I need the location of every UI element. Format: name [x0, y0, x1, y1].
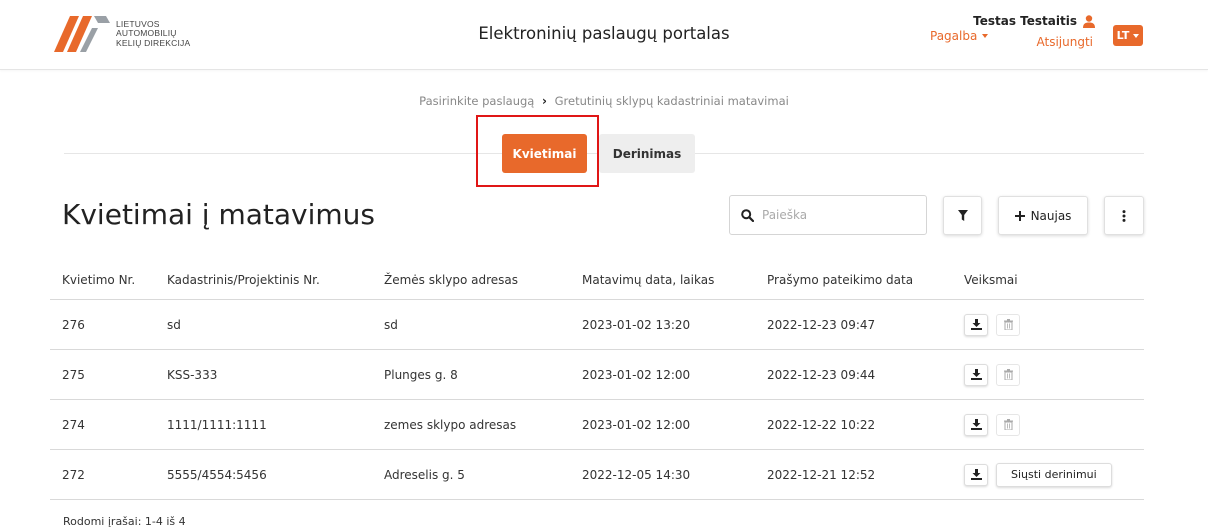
table-row: 274 1111/1111:1111 zemes sklypo adresas … [50, 400, 1144, 450]
table-header: Kvietimo Nr. Kadastrinis/Projektinis Nr.… [50, 260, 1144, 300]
new-button[interactable]: Naujas [998, 196, 1088, 235]
more-options-button[interactable] [1104, 196, 1144, 235]
cell-cadastral: sd [167, 317, 181, 332]
cell-address: Plunges g. 8 [384, 367, 458, 382]
cell-cadastral: 5555/4554:5456 [167, 467, 267, 482]
cell-actions [964, 313, 1144, 336]
cell-request-date: 2022-12-22 10:22 [767, 417, 876, 432]
top-header: LIETUVOS AUTOMOBILIŲ KELIŲ DIREKCIJA Ele… [0, 0, 1208, 70]
language-label: LT [1116, 29, 1130, 42]
download-icon [970, 319, 982, 330]
cell-nr: 275 [62, 367, 85, 382]
filter-icon [957, 210, 968, 221]
download-icon [970, 419, 982, 430]
col-header-cadastral: Kadastrinis/Projektinis Nr. [167, 272, 320, 287]
tab-kvietimai[interactable]: Kvietimai [502, 134, 587, 173]
tab-derinimas[interactable]: Derinimas [599, 134, 695, 173]
table-row: 272 5555/4554:5456 Adreselis g. 5 2022-1… [50, 450, 1144, 500]
filter-button[interactable] [943, 196, 982, 235]
col-header-actions: Veiksmai [964, 272, 1018, 287]
more-vertical-icon [1122, 209, 1126, 222]
chevron-right-icon: › [542, 94, 547, 108]
download-button[interactable] [964, 313, 988, 336]
chevron-down-icon [1133, 33, 1140, 38]
cell-request-date: 2022-12-23 09:44 [767, 367, 876, 382]
plus-icon [1014, 210, 1025, 221]
help-label: Pagalba [930, 29, 978, 43]
user-block: Testas Testaitis Atsijungti [973, 14, 1095, 49]
table-row: 276 sd sd 2023-01-02 13:20 2022-12-23 09… [50, 300, 1144, 350]
cell-nr: 272 [62, 467, 85, 482]
download-button[interactable] [964, 363, 988, 386]
cell-cadastral: KSS-333 [167, 367, 218, 382]
cell-actions [964, 413, 1144, 436]
cell-address: Adreselis g. 5 [384, 467, 465, 482]
trash-icon [1003, 319, 1013, 330]
tab-bar: Kvietimai Derinimas [502, 134, 695, 173]
user-icon [1083, 14, 1095, 28]
download-button[interactable] [964, 413, 988, 436]
invitations-table: Kvietimo Nr. Kadastrinis/Projektinis Nr.… [50, 260, 1144, 500]
delete-button[interactable] [996, 313, 1020, 336]
cell-nr: 274 [62, 417, 85, 432]
search-box[interactable] [729, 195, 927, 235]
cell-address: sd [384, 317, 398, 332]
send-for-approval-button[interactable]: Siųsti derinimui [996, 462, 1112, 487]
cell-measure-date: 2022-12-05 14:30 [582, 467, 691, 482]
download-button[interactable] [964, 463, 988, 486]
delete-button[interactable] [996, 413, 1020, 436]
logout-link[interactable]: Atsijungti [973, 35, 1094, 49]
breadcrumb-current: Gretutinių sklypų kadastriniai matavimai [554, 94, 789, 108]
cell-request-date: 2022-12-23 09:47 [767, 317, 876, 332]
user-name-row: Testas Testaitis [973, 14, 1095, 28]
page-title: Kvietimai į matavimus [62, 198, 376, 231]
records-count: Rodomi įrašai: 1-4 iš 4 [63, 515, 186, 528]
trash-icon [1003, 369, 1013, 380]
download-icon [970, 469, 982, 480]
cell-measure-date: 2023-01-02 12:00 [582, 367, 691, 382]
table-row: 275 KSS-333 Plunges g. 8 2023-01-02 12:0… [50, 350, 1144, 400]
user-name: Testas Testaitis [973, 14, 1077, 28]
cell-address: zemes sklypo adresas [384, 417, 517, 432]
col-header-request-date: Prašymo pateikimo data [767, 272, 914, 287]
language-selector[interactable]: LT [1113, 25, 1143, 46]
cell-measure-date: 2023-01-02 12:00 [582, 417, 691, 432]
search-input[interactable] [762, 208, 912, 222]
breadcrumb-parent[interactable]: Pasirinkite paslaugą [419, 94, 534, 108]
cell-actions: Siųsti derinimui [964, 462, 1144, 487]
download-icon [970, 369, 982, 380]
cell-request-date: 2022-12-21 12:52 [767, 467, 876, 482]
col-header-address: Žemės sklypo adresas [384, 272, 519, 287]
cell-measure-date: 2023-01-02 13:20 [582, 317, 691, 332]
search-icon [741, 208, 754, 222]
cell-nr: 276 [62, 317, 85, 332]
breadcrumb: Pasirinkite paslaugą › Gretutinių sklypų… [0, 94, 1208, 108]
trash-icon [1003, 419, 1013, 430]
cell-actions [964, 363, 1144, 386]
delete-button[interactable] [996, 363, 1020, 386]
col-header-measure-date: Matavimų data, laikas [582, 272, 715, 287]
new-button-label: Naujas [1030, 208, 1072, 223]
cell-cadastral: 1111/1111:1111 [167, 417, 267, 432]
col-header-nr: Kvietimo Nr. [62, 272, 136, 287]
